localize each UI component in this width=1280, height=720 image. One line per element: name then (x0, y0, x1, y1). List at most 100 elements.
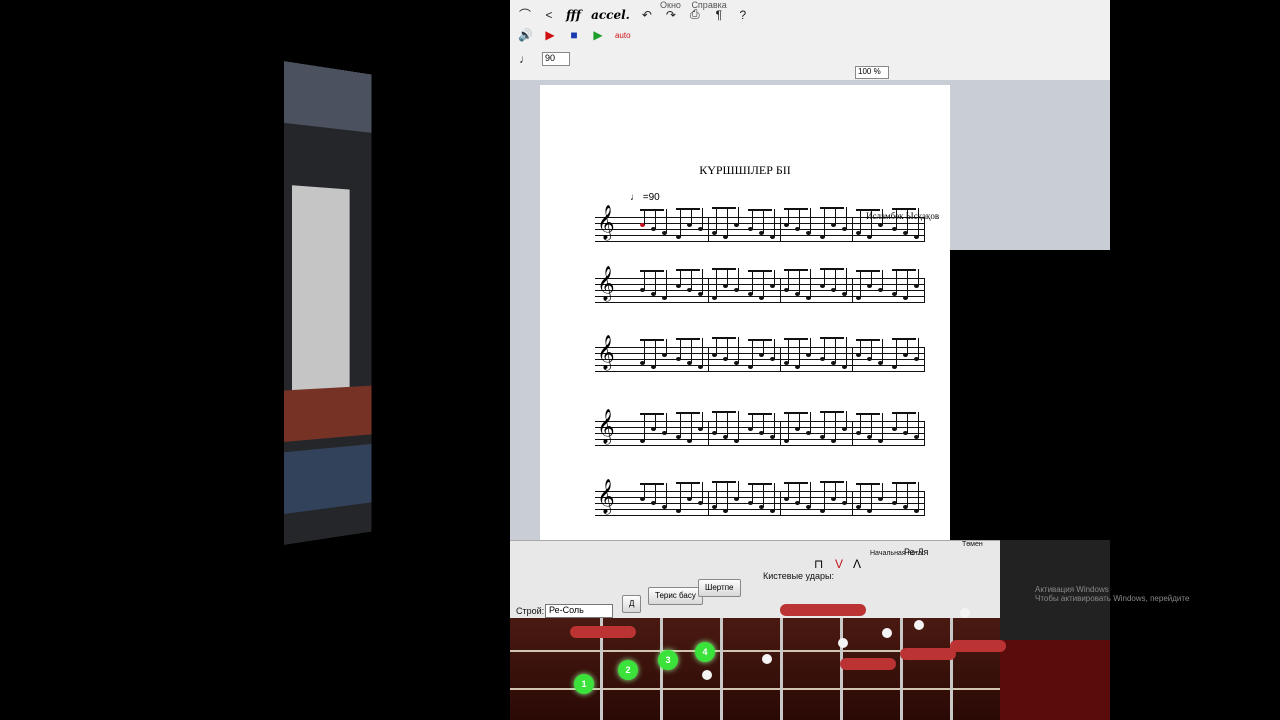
note-stem (691, 208, 692, 225)
staff: 𝄞 (595, 411, 925, 451)
accent-stroke-button[interactable]: Λ (853, 557, 861, 571)
bar-line (924, 217, 925, 241)
note-stem (810, 338, 811, 355)
bar-line (708, 491, 709, 515)
finger-dot[interactable]: 2 (618, 660, 638, 680)
record-icon[interactable]: ▶ (543, 28, 557, 42)
bar-line (852, 278, 853, 302)
print-icon[interactable]: ⎙ (688, 7, 702, 22)
play-icon[interactable]: ▶ (591, 28, 605, 42)
zoom-select[interactable]: 100 % (855, 66, 889, 79)
tomer-label[interactable]: Төмен (962, 541, 983, 548)
stroy-label: Строй: (516, 606, 545, 616)
note-stem (824, 207, 825, 237)
position-dot (838, 638, 848, 648)
note-stem (655, 483, 656, 503)
string-name-tag (780, 604, 866, 616)
start-note-value[interactable]: Ре-Ля (904, 547, 928, 557)
finger-dot[interactable]: 4 (695, 642, 715, 662)
note-stem (788, 338, 789, 363)
note-stem (774, 339, 775, 359)
slur-icon[interactable]: ⌒ (518, 6, 532, 23)
background-window-taskbar (283, 385, 372, 442)
note-stem (727, 481, 728, 511)
redo-icon[interactable]: ↷ (664, 8, 678, 22)
accel-button[interactable]: accel. (591, 8, 630, 22)
note-stem (752, 339, 753, 367)
fret-line (660, 618, 663, 720)
bar-line (708, 278, 709, 302)
note-stem (666, 413, 667, 433)
note-stem (846, 337, 847, 367)
toolbar: Окно Справка ⌒ < fff accel. ↶ ↷ ⎙ ¶ ? 🔊 … (510, 0, 1110, 81)
ters-basu-button[interactable]: Терис басу (648, 587, 703, 605)
speaker-icon[interactable]: 🔊 (518, 28, 533, 42)
d-button[interactable]: Д (622, 595, 642, 613)
note-stem (752, 270, 753, 294)
background-window-page (291, 185, 350, 391)
finger-dot[interactable]: 3 (658, 650, 678, 670)
note-stem (727, 337, 728, 359)
bar-line (780, 347, 781, 371)
note-stem (918, 338, 919, 359)
fretboard[interactable]: 1 2 3 4 (510, 604, 1006, 720)
note-stem (896, 412, 897, 429)
note-stem (835, 268, 836, 290)
note-stem (846, 207, 847, 229)
note-stem (738, 207, 739, 225)
staff: 𝄞 (595, 337, 925, 377)
bar-line (852, 421, 853, 445)
paragraph-icon[interactable]: ¶ (712, 8, 726, 22)
note-stem (810, 412, 811, 433)
staff-line (595, 302, 925, 303)
note-stem (716, 337, 717, 355)
windows-activation-watermark: Активация Windows Чтобы активировать Win… (1035, 585, 1189, 603)
note-stem (860, 413, 861, 433)
note-stem (702, 208, 703, 229)
undo-icon[interactable]: ↶ (640, 8, 654, 22)
note-stem (846, 411, 847, 429)
up-stroke-button[interactable]: V (835, 557, 843, 571)
note-stem (835, 481, 836, 499)
strokes-label: Кистевые удары: (763, 571, 834, 581)
note-stem (810, 208, 811, 233)
bar-line (708, 347, 709, 371)
note-stem (871, 339, 872, 359)
note-stem (835, 207, 836, 225)
shertpe-button[interactable]: Шертпе (698, 579, 741, 597)
treble-clef: 𝄞 (597, 409, 615, 444)
hairpin-icon[interactable]: < (542, 8, 556, 22)
note-stem (763, 413, 764, 433)
down-stroke-button[interactable]: ⊓ (814, 557, 823, 571)
help-icon[interactable]: ? (736, 8, 750, 22)
note-stem (738, 268, 739, 290)
dynamics-button[interactable]: fff (566, 8, 581, 22)
finger-dot[interactable]: 1 (574, 674, 594, 694)
fret-line (780, 618, 783, 720)
note-stem (896, 208, 897, 229)
bar-line (924, 347, 925, 371)
note-stem (666, 209, 667, 233)
bar-line (852, 491, 853, 515)
bar-line (780, 217, 781, 241)
note-stem (860, 270, 861, 298)
auto-button[interactable]: auto (615, 31, 631, 40)
note-stem (799, 482, 800, 503)
fret-tag (900, 648, 956, 660)
toolbar-row-2: 🔊 ▶ ■ ▶ auto (518, 28, 631, 42)
background-window (283, 61, 372, 545)
note-stem (907, 482, 908, 507)
background-window-bottom (283, 443, 372, 514)
stop-icon[interactable]: ■ (567, 28, 581, 42)
note-stem (918, 412, 919, 437)
note-stem (788, 269, 789, 290)
note-stem (702, 269, 703, 294)
bar-line (780, 278, 781, 302)
stroy-select[interactable]: Ре-Соль (545, 604, 613, 618)
note-stem (763, 483, 764, 507)
watermark-text: Чтобы активировать Windows, перейдите (1035, 594, 1190, 603)
note-stem (738, 481, 739, 499)
tempo-input[interactable]: 90 (542, 52, 570, 66)
background-window-titlebar (283, 61, 372, 133)
note-stem (691, 269, 692, 290)
